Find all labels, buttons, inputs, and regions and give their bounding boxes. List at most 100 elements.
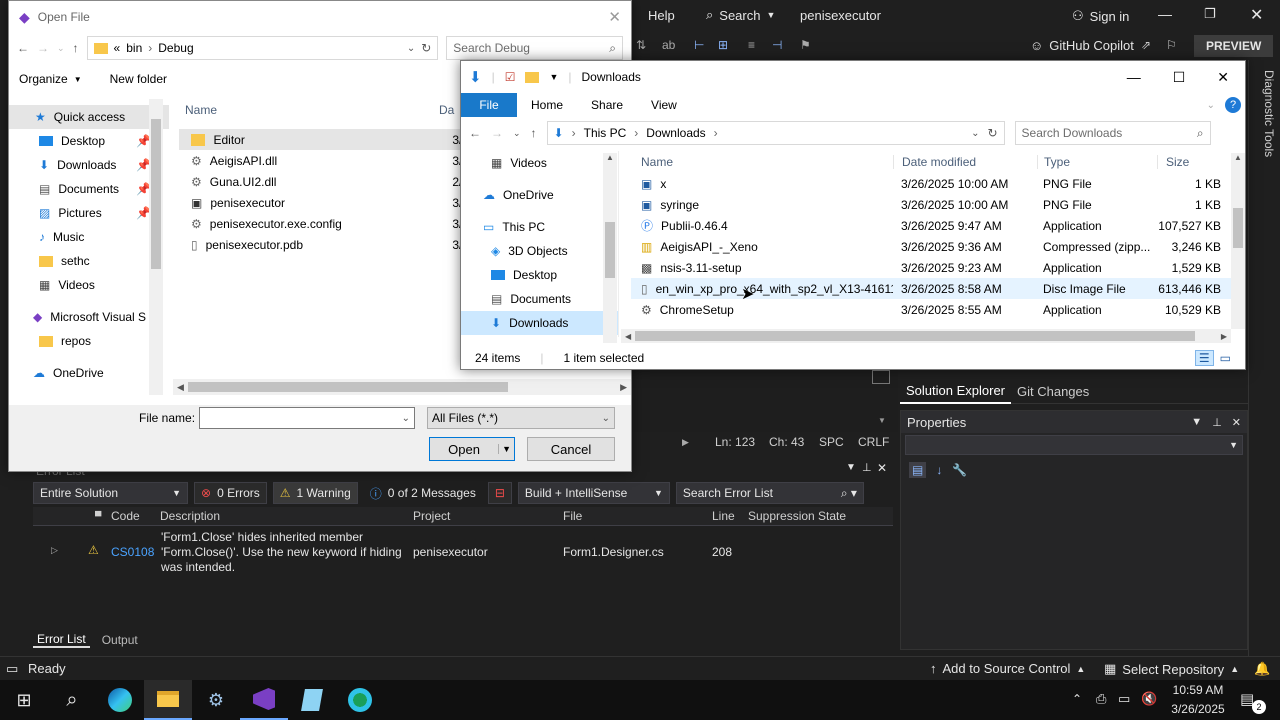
nav-quick-access[interactable]: ★ Quick access xyxy=(9,105,169,129)
tab-error-list[interactable]: Error List xyxy=(33,632,90,648)
clock-date[interactable]: 3/26/2025 xyxy=(1168,702,1228,716)
feedback-icon[interactable]: ⚐ xyxy=(1166,38,1177,52)
organize-button[interactable]: Organize ▼ xyxy=(19,72,82,86)
nav-desktop[interactable]: Desktop 📌 xyxy=(9,129,169,153)
toolbar-icon-a[interactable]: ⇅ xyxy=(636,38,646,52)
nav-3d-objects[interactable]: ◈ 3D Objects xyxy=(461,239,618,263)
path-overflow[interactable]: « xyxy=(114,41,121,55)
tab-git-changes[interactable]: Git Changes xyxy=(1011,384,1095,399)
pin-icon[interactable]: ⊥ xyxy=(1212,416,1222,429)
nav-microsoft-visual-studio[interactable]: ◆ Microsoft Visual S xyxy=(9,305,169,329)
list-scroll-thumb[interactable] xyxy=(187,382,508,392)
filter-toggle-button[interactable]: ⊟ xyxy=(487,482,512,504)
maximize-icon[interactable]: ☐ xyxy=(1173,69,1186,86)
volume-mute-icon[interactable]: 🔇 xyxy=(1141,691,1157,707)
tray-chevron-up-icon[interactable]: ⌃ xyxy=(1072,692,1082,706)
bookmark-icon[interactable]: ⚑ xyxy=(800,38,811,52)
col-code[interactable]: Code xyxy=(111,509,140,523)
properties-object-select[interactable]: ▼ xyxy=(905,435,1243,455)
toolbar-icon-e[interactable]: ≡ xyxy=(748,38,755,52)
nav-documents[interactable]: ▤ Documents 📌 xyxy=(9,177,169,201)
ribbon-tab-file[interactable]: File xyxy=(461,93,517,117)
toolbar-icon-c[interactable]: ⊢ xyxy=(694,38,704,52)
forward-icon[interactable]: → xyxy=(491,126,503,140)
list-item[interactable]: ▣penisexecutor3/2 xyxy=(179,192,469,213)
nav-this-pc[interactable]: ▭ This PC xyxy=(461,215,618,239)
list-item[interactable]: ⚙AeigisAPI.dll3/2 xyxy=(179,150,469,171)
nav-onedrive[interactable]: ☁ OneDrive xyxy=(461,183,618,207)
file-name-input[interactable]: ⌄ xyxy=(199,407,415,429)
back-icon[interactable]: ← xyxy=(17,41,29,55)
alphabetical-icon[interactable]: ↓ xyxy=(936,463,942,477)
path-debug[interactable]: Debug xyxy=(158,41,193,55)
expand-ribbon-icon[interactable]: ⌄ xyxy=(1207,100,1225,111)
property-pages-icon[interactable]: 🔧 xyxy=(952,463,967,477)
play-icon[interactable]: ▶ xyxy=(682,437,689,448)
tab-output[interactable]: Output xyxy=(102,633,138,647)
open-dropdown-icon[interactable]: ▼ xyxy=(498,444,514,454)
dl-list-v-thumb[interactable] xyxy=(1233,208,1243,248)
preview-badge[interactable]: PREVIEW xyxy=(1194,35,1274,57)
browser-icon[interactable] xyxy=(336,680,384,720)
nav-videos[interactable]: ▦ Videos xyxy=(461,151,618,175)
cancel-button[interactable]: Cancel xyxy=(527,437,615,461)
details-view-icon[interactable]: ☰ xyxy=(1194,350,1214,366)
chevron-down-icon[interactable]: ⌄ xyxy=(971,128,979,139)
toolbar-icon-d[interactable]: ⊞ xyxy=(718,38,728,52)
scroll-left-icon[interactable]: ◀ xyxy=(621,332,635,341)
nav-desktop[interactable]: Desktop xyxy=(461,263,618,287)
vs-search-button[interactable]: ⌕ Search ▼ xyxy=(706,7,775,23)
list-item[interactable]: ⚙penisexecutor.exe.config3/2 xyxy=(179,213,469,234)
refresh-icon[interactable]: ↻ xyxy=(987,126,997,140)
chevron-down-icon[interactable]: ⌄ xyxy=(407,43,415,54)
scroll-left-icon[interactable]: ◀ xyxy=(173,382,188,393)
search-icon[interactable]: ⌕ xyxy=(48,680,96,720)
build-filter-select[interactable]: Build + IntelliSense ▼ xyxy=(517,482,670,504)
col-line[interactable]: Line xyxy=(712,509,735,523)
nav-documents[interactable]: ▤ Documents xyxy=(461,287,618,311)
nav-pictures[interactable]: ▨ Pictures 📌 xyxy=(9,201,169,225)
open-file-search-input[interactable]: Search Debug ⌕ xyxy=(446,36,623,60)
categorized-icon[interactable]: ▤ xyxy=(909,462,927,478)
menu-help[interactable]: Help xyxy=(648,8,675,23)
dl-list-h-scrollbar[interactable]: ◀ ▶ xyxy=(621,329,1231,343)
nav-music[interactable]: ♪ Music xyxy=(9,225,169,249)
ribbon-tab-share[interactable]: Share xyxy=(577,93,637,117)
nav-videos[interactable]: ▦ Videos xyxy=(9,273,169,297)
file-explorer-icon[interactable] xyxy=(144,680,192,720)
customize-qat-icon[interactable]: ▼ xyxy=(549,72,558,82)
open-button[interactable]: Open ▼ xyxy=(429,437,515,461)
download-icon[interactable]: ⬇ xyxy=(469,68,482,86)
toolbar-icon-b[interactable]: ab xyxy=(662,38,675,52)
path-bin[interactable]: bin xyxy=(126,41,142,55)
forward-icon[interactable]: → xyxy=(37,41,49,55)
dl-list-h-thumb[interactable] xyxy=(635,331,1196,341)
list-item[interactable]: Ⓟ Publii-0.46.4 3/26/2025 9:47 AM Applicati… xyxy=(631,215,1235,236)
list-item[interactable]: Editor3/2 xyxy=(179,129,469,150)
network-icon[interactable]: ▭ xyxy=(1118,691,1130,707)
tab-solution-explorer[interactable]: Solution Explorer xyxy=(900,380,1011,404)
recent-icon[interactable]: ⌄ xyxy=(57,43,65,54)
properties-icon[interactable]: ☑ xyxy=(505,70,516,84)
list-item[interactable]: ⚙ ChromeSetup 3/26/2025 8:55 AM Application… xyxy=(631,299,1235,320)
warnings-filter-button[interactable]: ⚠ 1 Warning xyxy=(272,482,358,504)
start-windows-icon[interactable]: ⊞ xyxy=(0,680,48,720)
file-type-select[interactable]: All Files (*.*) ⌄ xyxy=(427,407,615,429)
nav-sethc[interactable]: sethc xyxy=(9,249,169,273)
close-icon[interactable]: ✕ xyxy=(1250,5,1263,25)
minimize-icon[interactable]: — xyxy=(1127,69,1141,85)
nav-downloads[interactable]: ⬇ Downloads 📌 xyxy=(9,153,169,177)
col-date[interactable]: Da xyxy=(439,103,454,117)
list-item[interactable]: ▣ x 3/26/2025 10:00 AM PNG File 1 KB xyxy=(631,173,1235,194)
pin-icon[interactable]: ⊥ xyxy=(862,461,872,474)
col-description[interactable]: Description xyxy=(160,509,220,523)
scope-select[interactable]: Entire Solution ▼ xyxy=(33,482,188,504)
col-name[interactable]: Name xyxy=(631,155,893,169)
refresh-icon[interactable]: ↻ xyxy=(421,41,431,55)
close-icon[interactable]: ✕ xyxy=(1217,69,1229,86)
dropdown-icon[interactable]: ▼ xyxy=(1191,416,1202,428)
col-suppression[interactable]: Suppression State xyxy=(748,509,846,523)
error-search-input[interactable]: Search Error List ⌕ ▾ xyxy=(675,482,864,504)
col-type[interactable]: Type xyxy=(1037,155,1157,169)
up-icon[interactable]: ↑ xyxy=(531,126,537,140)
